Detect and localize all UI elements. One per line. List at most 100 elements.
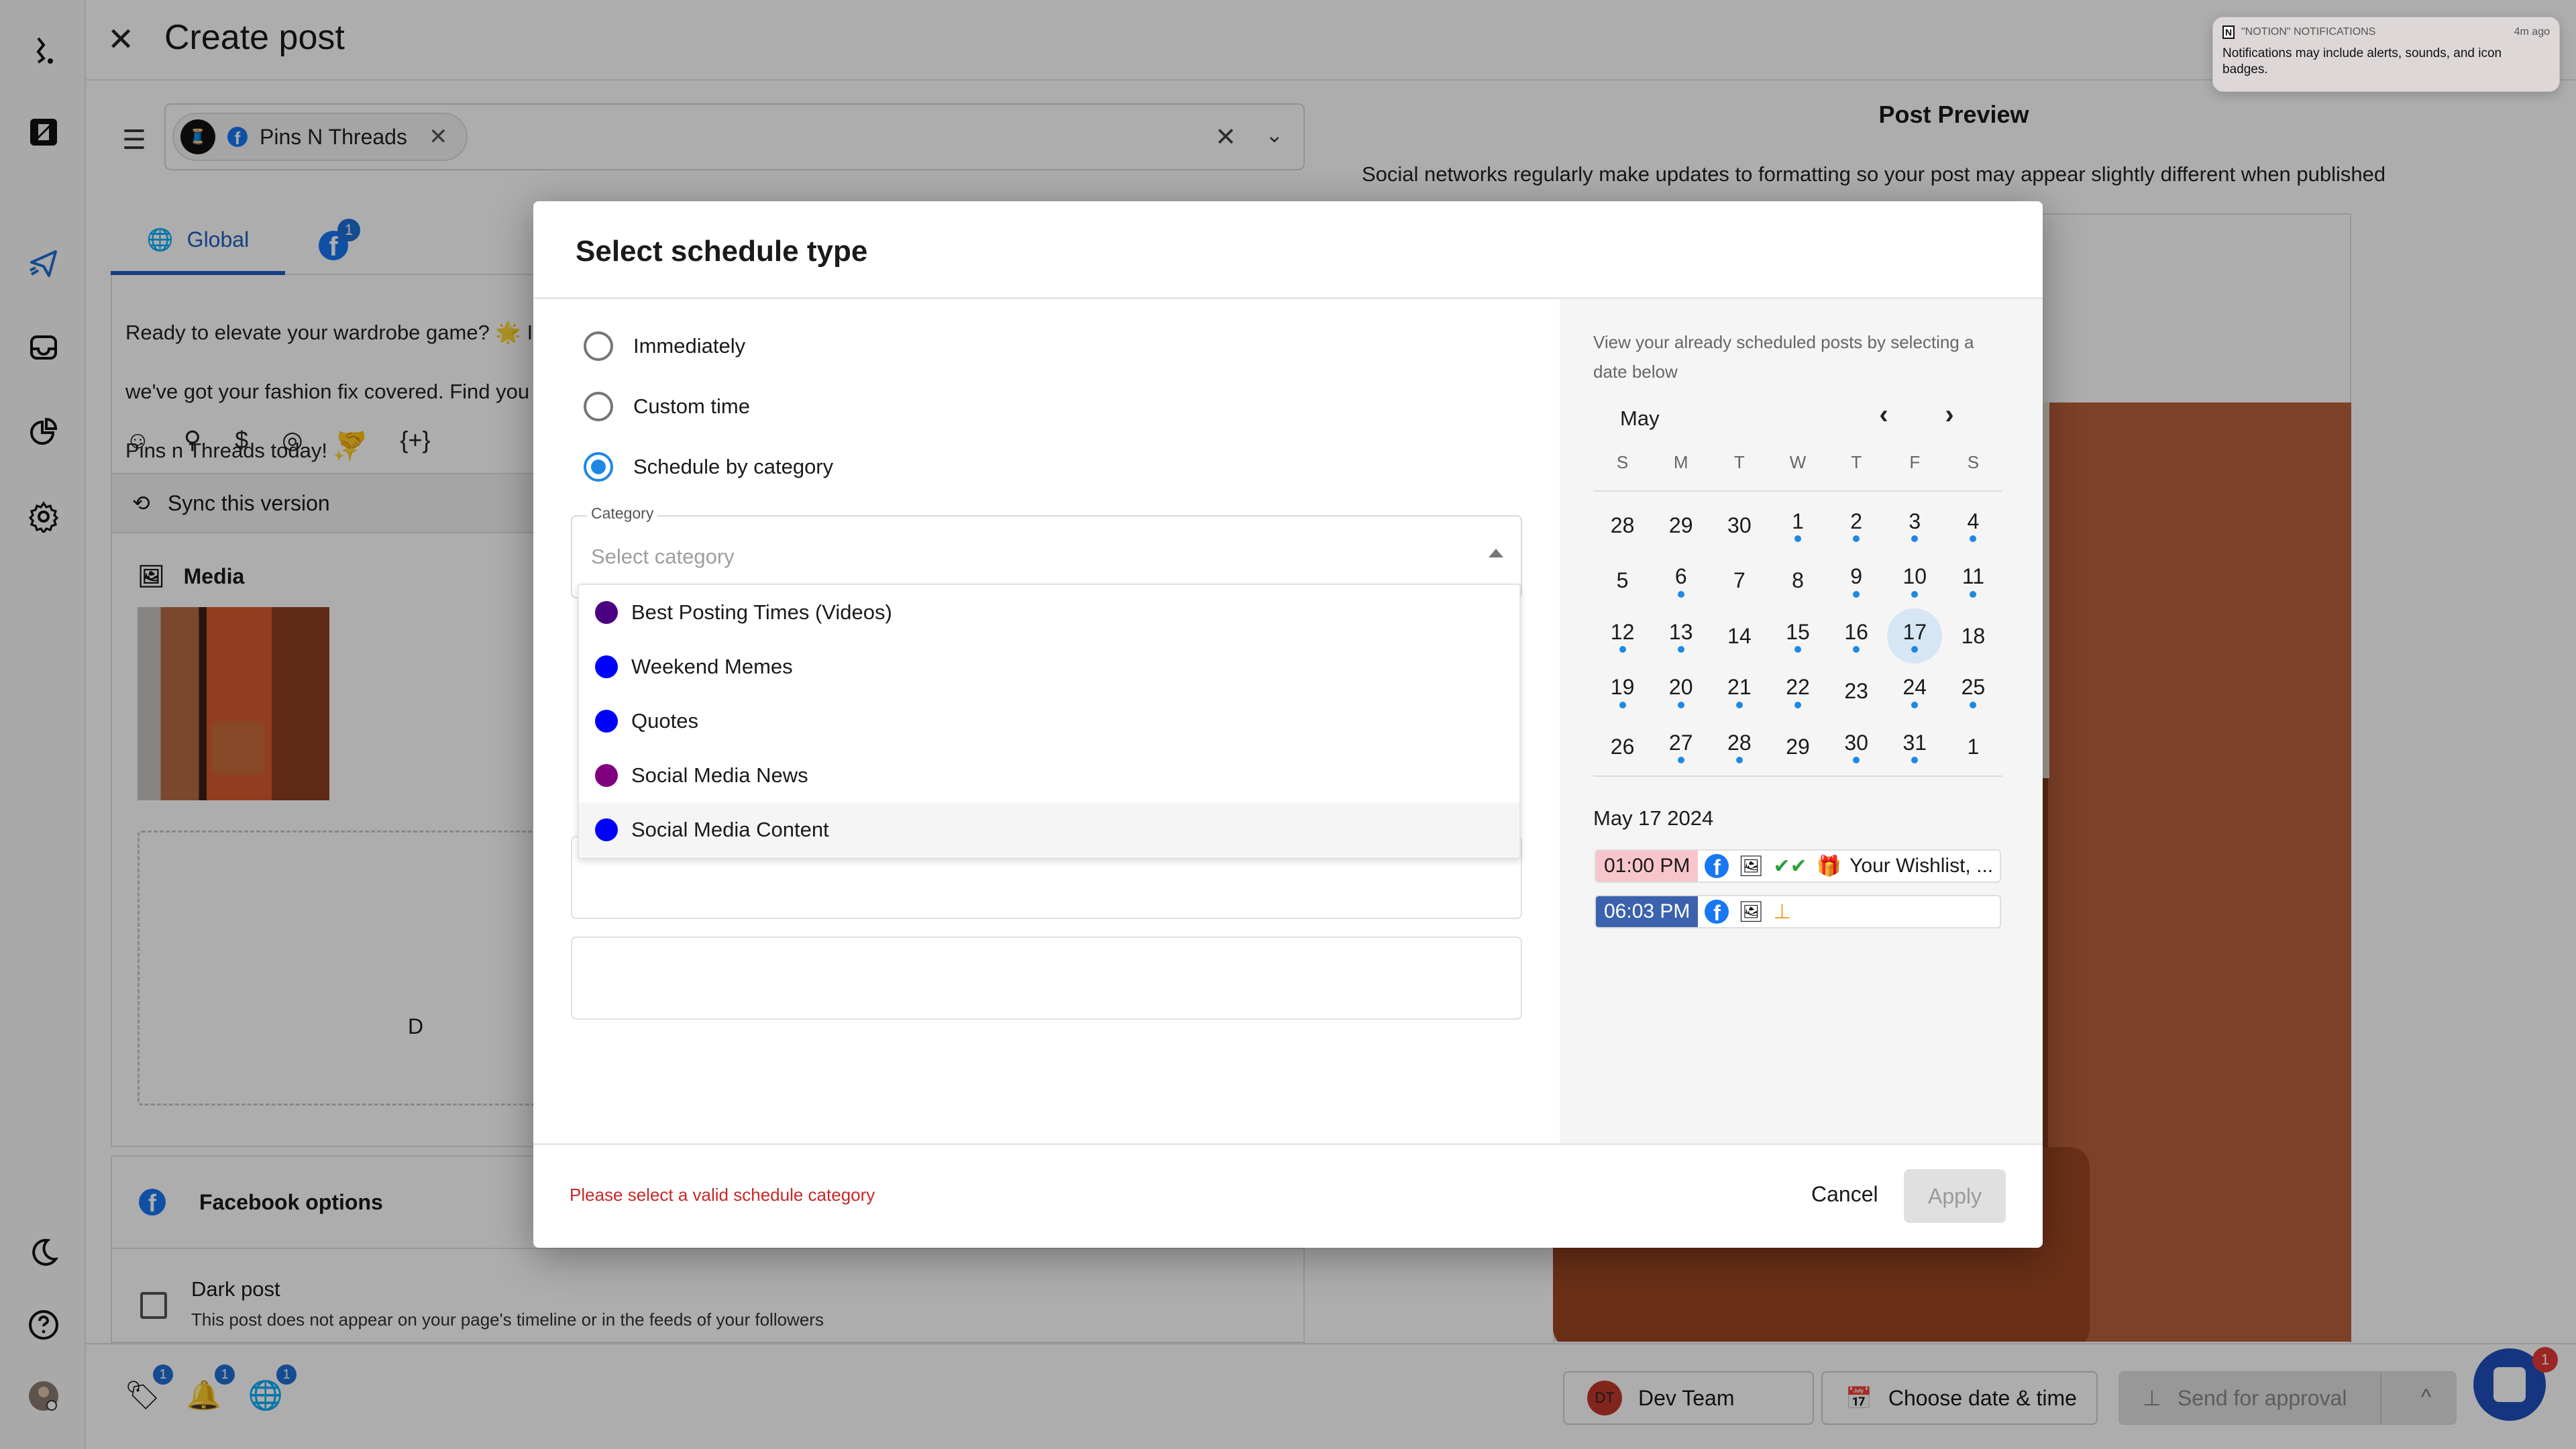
calendar-day[interactable]: 31: [1886, 719, 1944, 775]
calendar-day[interactable]: 5: [1593, 553, 1652, 609]
scheduled-indicator-dot: [1911, 757, 1919, 763]
scheduled-indicator-dot: [1853, 535, 1860, 542]
calendar-hint: View your already scheduled posts by sel…: [1593, 332, 1974, 382]
category-dropdown-menu: Best Posting Times (Videos) Weekend Meme…: [578, 584, 1521, 859]
radio-button[interactable]: [584, 331, 613, 361]
radio-button[interactable]: [584, 392, 613, 421]
calendar-day-number: 12: [1610, 619, 1635, 644]
scheduled-post-item[interactable]: 06:03 PM f 🖼 ⊥: [1595, 895, 2001, 928]
category-option[interactable]: Social Media News: [579, 748, 1519, 802]
system-notification[interactable]: N "NOTION" NOTIFICATIONS 4m ago Notifica…: [2212, 17, 2560, 92]
scheduled-indicator-dot: [1911, 701, 1919, 708]
calendar-day-number: 31: [1902, 730, 1927, 755]
category-option[interactable]: Social Media Content: [579, 802, 1519, 857]
category-option[interactable]: Best Posting Times (Videos): [579, 585, 1519, 639]
selected-date-label: May 17 2024: [1593, 806, 1714, 830]
weekday-label: T: [1733, 452, 1745, 472]
scheduled-indicator-dot: [1794, 701, 1801, 708]
calendar-day[interactable]: 1: [1944, 719, 2002, 775]
radio-custom-time[interactable]: Custom time: [584, 392, 750, 421]
calendar-day[interactable]: 13: [1652, 608, 1710, 664]
calendar-day[interactable]: 23: [1827, 664, 1886, 720]
scheduled-indicator-dot: [1677, 701, 1684, 708]
weekday-label: S: [1616, 452, 1629, 472]
calendar-day[interactable]: 15: [1768, 608, 1827, 664]
cancel-button[interactable]: Cancel: [1811, 1182, 1878, 1207]
category-option-label: Best Posting Times (Videos): [631, 600, 892, 624]
calendar-day[interactable]: 14: [1710, 608, 1768, 664]
scheduled-indicator-dot: [1619, 701, 1626, 708]
calendar-day[interactable]: 28: [1710, 719, 1768, 775]
scheduled-indicator-dot: [1970, 590, 1977, 598]
calendar-day[interactable]: 22: [1768, 664, 1827, 720]
double-check-icon: ✔✔: [1773, 855, 1807, 877]
schedule-options-panel: Immediately Custom time Schedule by cate…: [533, 299, 1560, 1144]
calendar-day[interactable]: 16: [1827, 608, 1886, 664]
calendar-day[interactable]: 11: [1944, 553, 2002, 609]
radio-schedule-by-category[interactable]: Schedule by category: [584, 452, 833, 482]
calendar-day[interactable]: 20: [1652, 664, 1710, 720]
category-option-label: Social Media Content: [631, 817, 829, 841]
calendar-day-number: 1: [1792, 508, 1804, 533]
calendar-day-number: 15: [1786, 619, 1810, 644]
calendar-day[interactable]: 1: [1768, 498, 1827, 553]
weekday-label: T: [1851, 452, 1862, 472]
caret-up-icon[interactable]: [1489, 549, 1503, 557]
calendar-day-number: 14: [1727, 623, 1752, 648]
calendar-day[interactable]: 19: [1593, 664, 1652, 720]
weekday-label: W: [1789, 452, 1807, 472]
calendar-day[interactable]: 29: [1652, 498, 1710, 553]
calendar-day[interactable]: 4: [1944, 498, 2002, 553]
calendar-day[interactable]: 29: [1768, 719, 1827, 775]
calendar-day[interactable]: 9: [1827, 553, 1886, 609]
calendar-day-number: 1: [1967, 734, 1980, 759]
radio-immediately[interactable]: Immediately: [584, 331, 745, 361]
calendar-day-selected[interactable]: 17: [1886, 608, 1944, 664]
scheduled-indicator-dot: [1970, 701, 1977, 708]
notification-time: 4m ago: [2514, 26, 2550, 38]
calendar-day-number: 28: [1727, 730, 1752, 755]
scheduled-indicator-dot: [1853, 590, 1860, 598]
calendar-day-number: 26: [1610, 734, 1635, 759]
calendar-day[interactable]: 7: [1710, 553, 1768, 609]
gift-icon: 🎁: [1816, 855, 1842, 877]
calendar-day[interactable]: 30: [1827, 719, 1886, 775]
apply-button[interactable]: Apply: [1904, 1169, 2006, 1223]
chevron-left-icon[interactable]: ‹: [1870, 400, 1897, 430]
calendar-day[interactable]: 10: [1886, 553, 1944, 609]
calendar-day[interactable]: 12: [1593, 608, 1652, 664]
calendar-day[interactable]: 24: [1886, 664, 1944, 720]
calendar-day[interactable]: 27: [1652, 719, 1710, 775]
calendar-day-number: 30: [1844, 730, 1868, 755]
scheduled-time: 01:00 PM: [1596, 851, 1699, 881]
calendar-day-number: 20: [1668, 675, 1693, 700]
radio-button[interactable]: [584, 452, 613, 482]
calendar-month: May: [1620, 407, 1660, 430]
divider: [1593, 775, 2002, 777]
calendar-day-number: 7: [1733, 568, 1746, 593]
hidden-field: [571, 936, 1522, 1020]
category-option[interactable]: Weekend Memes: [579, 639, 1519, 694]
calendar-day[interactable]: 28: [1593, 498, 1652, 553]
calendar-day[interactable]: 21: [1710, 664, 1768, 720]
calendar-day[interactable]: 30: [1710, 498, 1768, 553]
calendar-day[interactable]: 2: [1827, 498, 1886, 553]
calendar-day[interactable]: 25: [1944, 664, 2002, 720]
notion-icon: N: [2222, 25, 2235, 39]
scheduled-post-item[interactable]: 01:00 PM f 🖼 ✔✔ 🎁 Your Wishlist, ...: [1595, 849, 2001, 883]
calendar-day-number: 28: [1610, 513, 1635, 537]
calendar-day[interactable]: 26: [1593, 719, 1652, 775]
calendar-day[interactable]: 6: [1652, 553, 1710, 609]
scheduled-time: 06:03 PM: [1596, 896, 1699, 927]
calendar-day[interactable]: 18: [1944, 608, 2002, 664]
calendar-day[interactable]: 8: [1768, 553, 1827, 609]
calendar-day[interactable]: 3: [1886, 498, 1944, 553]
weekday-label: S: [1967, 452, 1980, 472]
calendar-day-number: 3: [1909, 508, 1921, 533]
calendar-day-number: 24: [1902, 675, 1927, 700]
calendar-day-number: 22: [1786, 675, 1810, 700]
calendar-day-number: 2: [1850, 508, 1863, 533]
scheduled-indicator-dot: [1911, 646, 1919, 653]
chevron-right-icon[interactable]: ›: [1936, 400, 1963, 430]
category-option[interactable]: Quotes: [579, 694, 1519, 748]
